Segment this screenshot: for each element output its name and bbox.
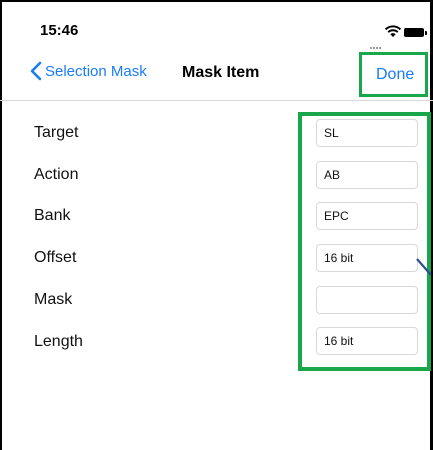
mask-label: Mask [34, 291, 73, 308]
battery-icon [404, 28, 427, 37]
status-time: 15:46 [40, 22, 79, 39]
chevron-left-icon [30, 61, 42, 81]
action-label: Action [34, 166, 79, 183]
target-label: Target [34, 124, 79, 141]
length-field[interactable] [316, 327, 418, 355]
back-button-label: Selection Mask [45, 62, 147, 80]
bank-label: Bank [34, 207, 71, 224]
pointer-line [416, 258, 432, 276]
done-button[interactable]: Done [376, 66, 414, 84]
screen: 15:46 Selection Mask Mask Item Done Targ… [0, 0, 433, 450]
offset-label: Offset [34, 249, 77, 266]
target-field[interactable] [316, 119, 418, 147]
status-bar: 15:46 [0, 0, 433, 49]
signal-icon [370, 31, 382, 49]
offset-field[interactable] [316, 244, 418, 272]
action-field[interactable] [316, 161, 418, 189]
wifi-icon [384, 25, 402, 37]
bank-field[interactable] [316, 202, 418, 230]
length-label: Length [34, 333, 83, 350]
back-button[interactable]: Selection Mask [30, 61, 147, 81]
mask-field[interactable] [316, 286, 418, 314]
page-title: Mask Item [182, 64, 260, 81]
